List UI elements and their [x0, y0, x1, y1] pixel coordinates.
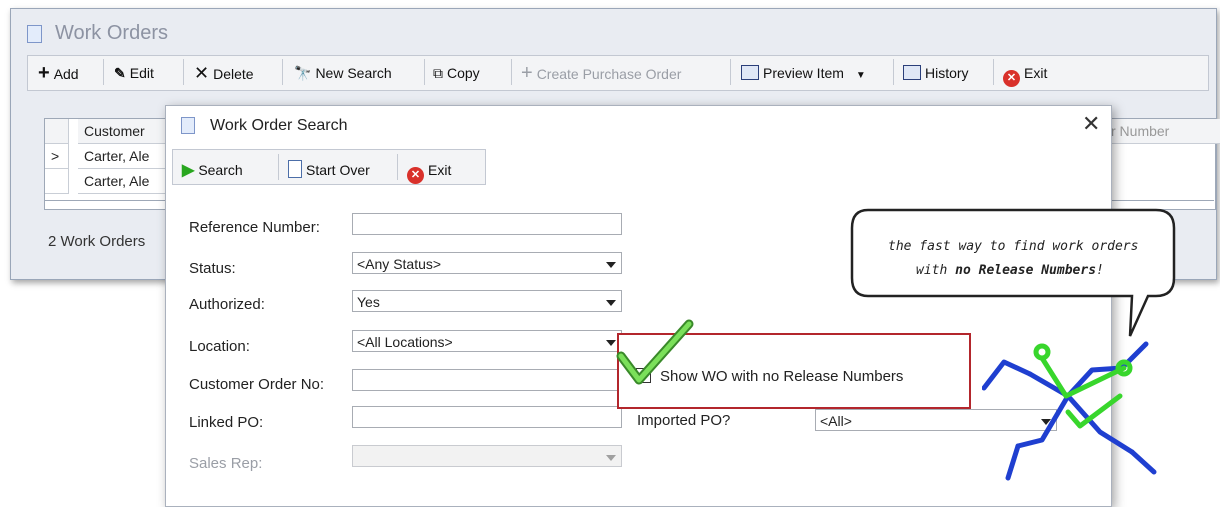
row-indicator-header	[45, 119, 69, 144]
exit-icon: ✕	[407, 167, 424, 184]
chevron-down-icon[interactable]	[603, 294, 619, 310]
pencil-icon: ✎	[114, 65, 126, 81]
customer-order-no-input[interactable]	[352, 369, 622, 391]
new-search-button[interactable]: 🔭 New Search	[294, 62, 392, 84]
binoculars-icon: 🔭	[294, 65, 312, 81]
exit-button[interactable]: ✕ Exit	[1003, 62, 1048, 87]
sales-rep-label: Sales Rep:	[189, 455, 263, 472]
callout-line2-suffix: !	[1096, 263, 1104, 278]
play-icon: ▶	[182, 162, 195, 179]
start-over-label: Start Over	[306, 162, 370, 178]
customer-order-no-label: Customer Order No:	[189, 376, 325, 393]
authorized-label: Authorized:	[189, 296, 265, 313]
speech-bubble	[850, 208, 1176, 337]
plus-icon: +	[521, 62, 533, 84]
status-label: Status:	[189, 260, 236, 277]
chevron-down-icon[interactable]	[603, 449, 619, 465]
status-value: <Any Status>	[357, 256, 442, 272]
reference-number-label: Reference Number:	[189, 219, 320, 236]
search-label: Search	[198, 162, 243, 178]
row-indicator[interactable]	[45, 169, 69, 194]
status-text: 2 Work Orders	[48, 233, 146, 250]
chevron-down-icon[interactable]: ▼	[856, 70, 866, 81]
table-row[interactable]: Carter, Ale	[78, 169, 175, 194]
delete-button[interactable]: ✕ Delete	[194, 62, 254, 84]
column-header-customer[interactable]: Customer	[78, 119, 175, 144]
history-label: History	[925, 65, 969, 81]
show-wo-no-release-label[interactable]: Show WO with no Release Numbers	[660, 368, 903, 385]
create-purchase-order-button[interactable]: + Create Purchase Order	[521, 62, 681, 84]
stick-figure-mascot	[982, 341, 1157, 481]
dialog-title: Work Order Search	[210, 117, 348, 134]
window-title: Work Orders	[55, 22, 168, 44]
x-icon: ✕	[194, 63, 210, 83]
new-search-label: New Search	[315, 65, 392, 81]
window-icon	[27, 25, 42, 43]
dialog-exit-label: Exit	[428, 162, 452, 178]
add-button[interactable]: + Add	[38, 62, 79, 84]
authorized-value: Yes	[357, 294, 380, 310]
table-row[interactable]: Carter, Ale	[78, 144, 175, 169]
preview-label: Preview Item	[763, 65, 844, 81]
dialog-exit-button[interactable]: ✕ Exit	[407, 159, 452, 184]
preview-icon	[741, 65, 759, 80]
callout-line2: with no Release Numbers!	[916, 263, 1104, 278]
exit-icon: ✕	[1003, 70, 1020, 87]
callout-line1: the fast way to find work orders	[888, 239, 1139, 254]
plus-icon: +	[38, 62, 50, 84]
search-button[interactable]: ▶ Search	[182, 159, 243, 181]
imported-po-label: Imported PO?	[637, 412, 731, 429]
location-label: Location:	[189, 338, 250, 355]
authorized-select[interactable]: Yes	[352, 290, 622, 312]
edit-label: Edit	[129, 65, 154, 81]
row-indicator[interactable]: >	[45, 144, 69, 169]
dialog-icon	[181, 117, 195, 134]
start-over-button[interactable]: Start Over	[288, 159, 370, 181]
linked-po-input[interactable]	[352, 406, 622, 428]
history-button[interactable]: History	[903, 62, 969, 84]
delete-label: Delete	[213, 66, 254, 82]
imported-po-value: <All>	[820, 413, 852, 429]
copy-icon: ⧉	[433, 65, 443, 81]
column-header-order-number[interactable]: r Number	[1105, 119, 1220, 144]
close-icon[interactable]: ✕	[1082, 111, 1100, 137]
callout-line2-bold: no Release Numbers	[955, 263, 1097, 278]
document-icon	[288, 160, 302, 178]
copy-button[interactable]: ⧉ Copy	[433, 62, 480, 84]
edit-button[interactable]: ✎ Edit	[114, 62, 154, 84]
checkmark-icon	[616, 319, 694, 385]
callout-line2-prefix: with	[916, 263, 956, 278]
location-value: <All Locations>	[357, 334, 453, 350]
sales-rep-select[interactable]	[352, 445, 622, 467]
status-select[interactable]: <Any Status>	[352, 252, 622, 274]
history-icon	[903, 65, 921, 80]
location-select[interactable]: <All Locations>	[352, 330, 622, 352]
linked-po-label: Linked PO:	[189, 414, 264, 431]
add-label: Add	[53, 66, 79, 82]
reference-number-input[interactable]	[352, 213, 622, 235]
chevron-down-icon[interactable]	[603, 256, 619, 272]
preview-item-button[interactable]: Preview Item ▼	[741, 62, 866, 84]
exit-label: Exit	[1024, 65, 1048, 81]
copy-label: Copy	[447, 65, 480, 81]
create-po-label: Create Purchase Order	[536, 66, 682, 82]
